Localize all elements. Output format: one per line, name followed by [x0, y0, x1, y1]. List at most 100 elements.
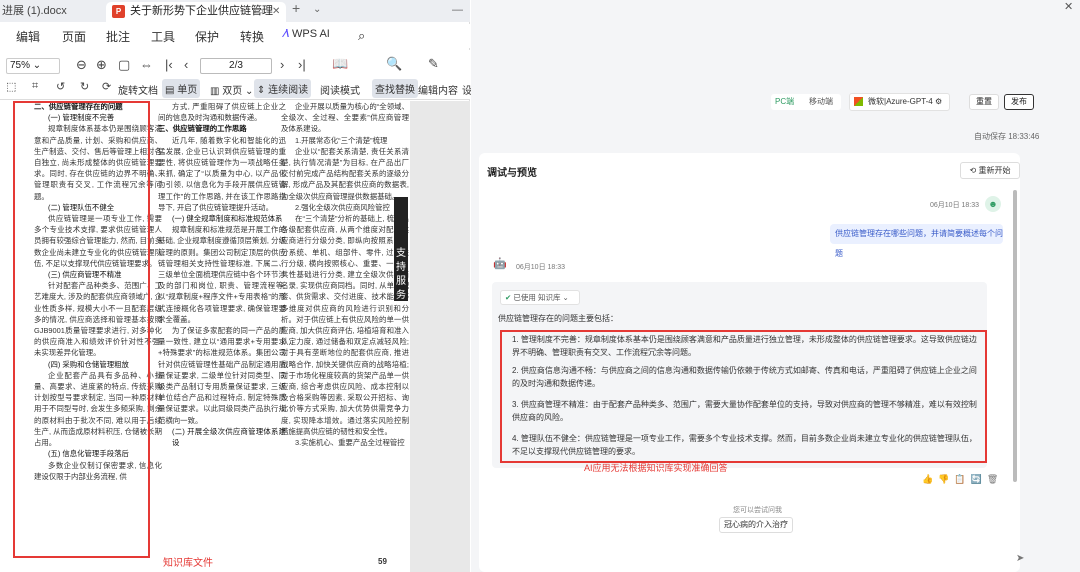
first-page-icon[interactable]: |‹ [165, 57, 173, 72]
answer-item-4: 4. 管理队伍不健全：供应链管理是一项专业工作，需要多个专业技术支撑。然而，目前… [512, 434, 977, 456]
toolbar: 75% ⌄ ⊖ ⊕ ▢ ⇔ |‹ ‹ 2/3 › ›| 📖 🔍 ✎ ⬚ ⌗ ↺ … [0, 50, 472, 100]
menu-convert[interactable]: 转换 [240, 28, 264, 45]
microsoft-icon [854, 97, 863, 106]
message-action-icons[interactable]: 👍👎📋🔄🗑 [922, 474, 1003, 485]
menu-page[interactable]: 页面 [62, 28, 86, 45]
zoom-in-icon[interactable]: ⊕ [96, 57, 107, 73]
zoom-value: 75% [10, 60, 31, 71]
send-icon[interactable]: ➤ [1016, 553, 1024, 564]
publish-button[interactable]: 发布 [1004, 94, 1034, 110]
page-number: 59 [378, 557, 387, 566]
document-paragraph: (二) 开展全级次供应商管理体系建设 [172, 426, 286, 448]
rotate-doc-icon[interactable]: ⟳ [102, 80, 111, 93]
menu-bar: 编辑 页面 批注 工具 保护 转换 ⁄\ WPS AI ⌕ [0, 24, 470, 48]
bot-avatar: 🤖 [492, 256, 508, 272]
wps-window: 进展 (1).docx P 关于新形势下企业供应链管理 ▭ ✕ + ⌄ — 编辑… [0, 0, 472, 572]
support-service-button[interactable]: 支持服务 [394, 197, 408, 301]
document-paragraph: 企业开展以质量为核心的“全领域、全级次、全过程、全要素”供应商管理及体系建设。 [281, 102, 409, 134]
restart-icon: ⟲ [969, 166, 977, 175]
zoom-select[interactable]: 75% ⌄ [6, 58, 60, 74]
edit-content-icon[interactable]: ✎ [428, 56, 439, 72]
tab-mobile[interactable]: 移动端 [809, 96, 833, 107]
tab-screen-icon[interactable]: ▭ [254, 3, 263, 21]
zoom-out-icon[interactable]: ⊖ [76, 57, 87, 73]
highlight-frame [13, 101, 150, 558]
menu-comment[interactable]: 批注 [106, 28, 130, 45]
user-avatar: ☻ [985, 196, 1001, 212]
document-paragraph: 方式, 严重阻碍了供应链上企业之间的信息及时沟通和数据传递。 [158, 102, 286, 123]
fit-width-icon[interactable]: ⇔ [140, 57, 153, 72]
tab-pdf-label: 关于新形势下企业供应链管理 [130, 5, 273, 17]
reset-button[interactable]: 重置 [969, 94, 999, 110]
rotate-right-icon[interactable]: ↻ [80, 80, 89, 93]
rotate-left-icon[interactable]: ↺ [56, 80, 65, 93]
document-area: 二、供应链管理存在的问题 (一) 管理制度不完善 规章制度体系基本仍是围绕顾客满意和… [0, 101, 470, 572]
window-close-icon[interactable]: ✕ [1064, 0, 1073, 13]
bot-message-time: 06月10日 18:33 [516, 264, 566, 271]
read-mode-button[interactable]: 阅读模式 [320, 82, 360, 97]
tab-pc[interactable]: PC端 [775, 96, 794, 107]
document-paragraph: 近几年, 随着数字化和智能化的迅猛发展, 企业已认识到供应链管理的重要性, 将供… [158, 135, 286, 212]
check-icon: ✔ [505, 293, 512, 302]
read-mode-icon[interactable]: 📖 [332, 56, 348, 72]
next-page-icon[interactable]: › [280, 57, 284, 72]
menu-edit[interactable]: 编辑 [16, 28, 40, 45]
error-annotation: AI应用无法根据知识库实现准确回答 [584, 463, 728, 473]
search-icon[interactable]: ⌕ [358, 28, 365, 44]
page-input[interactable]: 2/3 [200, 58, 272, 74]
pdf-icon: P [112, 5, 125, 18]
document-paragraph: 三、供应链管理的工作思路 [158, 124, 247, 134]
answer-item-2: 2. 供应商信息沟通不畅：与供应商之间的信息沟通和数据传输仍依赖于传统方式如邮寄… [512, 366, 977, 388]
user-message-time: 06月10日 18:33 [930, 202, 980, 209]
find-replace-button[interactable]: 查找替换 [372, 79, 418, 98]
document-paragraph: 规章制度和标准规范是开展工作的基础, 企业规章制度遵循顶层策划, 分级管理的原则… [158, 225, 286, 324]
fit-icon[interactable]: ⌗ [32, 80, 38, 93]
tab-pdf[interactable]: P 关于新形势下企业供应链管理 ▭ ✕ [106, 2, 286, 22]
edit-content-button[interactable]: 编辑内容 [418, 82, 458, 97]
restart-label: 重新开始 [978, 166, 1011, 175]
kb-used-tag[interactable]: ✔ 已使用 知识库 ⌄ [500, 290, 580, 305]
column-2: 方式, 严重阻碍了供应链上企业之间的信息及时沟通和数据传递。 三、供应链管理的工作… [158, 101, 286, 448]
single-page-label: 单页 [177, 85, 198, 96]
autosave-status: 自动保存 18:33:46 [974, 132, 1040, 141]
new-tab-icon[interactable]: + [292, 0, 300, 16]
document-paragraph: 1.开展常态化“三个清楚”梳理 [295, 135, 388, 145]
rotate-doc-button[interactable]: 旋转文档 [118, 82, 158, 97]
document-paragraph: 3.实施机心、重要产品全过程管控 [295, 438, 405, 448]
tab-docx-label: 进展 (1).docx [2, 5, 67, 17]
wps-ai-button[interactable]: ⁄\ WPS AI [284, 28, 330, 40]
suggest-question-button[interactable]: 冠心病的介入治疗 [719, 517, 793, 533]
document-paragraph: 2.强化全级次供应商风险管控 [295, 202, 390, 212]
double-page-label: 双页 [222, 86, 243, 97]
document-paragraph: 在“三个清楚”分析的基础上, 梳理出各级配套供应商, 从两个维度对配套供应商进行… [281, 214, 409, 436]
menu-tools[interactable]: 工具 [151, 28, 175, 45]
prev-page-icon[interactable]: ‹ [184, 57, 188, 72]
continuous-read-label: 连续阅读 [268, 85, 309, 96]
window-minimize-icon[interactable]: — [452, 4, 463, 16]
tab-close-icon[interactable]: ✕ [272, 3, 280, 21]
find-replace-icon[interactable]: 🔍 [386, 56, 402, 72]
user-message: 供应链管理存在哪些问题，并请简要概述每个问题 [830, 224, 1003, 258]
tab-bar: 进展 (1).docx P 关于新形势下企业供应链管理 ▭ ✕ + ⌄ — [0, 0, 470, 22]
column-3: 企业开展以质量为核心的“全领域、全级次、全过程、全要素”供应商管理及体系建设。 1… [281, 101, 409, 448]
answer-item-1: 1. 管理制度不完善：规章制度体系基本仍是围绕顾客满意和产品质量进行独立管理，未… [512, 335, 977, 357]
document-paragraph: (一) 健全规章制度和标准规范体系 [172, 214, 283, 224]
model-select[interactable]: 微软|Azure-GPT-4 ⚙ [849, 93, 950, 111]
continuous-read-button[interactable]: ⇕ 连续阅读 [254, 79, 312, 98]
chat-scrollbar[interactable] [1013, 190, 1017, 482]
crop-icon[interactable]: ⬚ [6, 80, 16, 93]
fit-page-icon[interactable]: ▢ [118, 57, 130, 73]
tab-docx[interactable]: 进展 (1).docx [0, 2, 100, 22]
tab-dropdown-icon[interactable]: ⌄ [313, 4, 321, 15]
kb-used-label: 已使用 知识库 ⌄ [513, 293, 569, 302]
model-settings-icon[interactable]: ⚙ [935, 97, 942, 106]
device-tabs: PC端 移动端 [771, 94, 841, 110]
wps-ai-icon: ⁄\ [284, 28, 289, 40]
single-page-button[interactable]: ▤ 单页 [162, 79, 201, 98]
restart-button[interactable]: ⟲ 重新开始 [960, 162, 1020, 179]
suggest-label: 您可以尝试问我 [733, 507, 782, 514]
last-page-icon[interactable]: ›| [298, 57, 306, 72]
menu-protect[interactable]: 保护 [195, 28, 219, 45]
document-paragraph: 为了保证多家配套的同一产品的质量一致性, 建立以“通用要求+专用要求+特殊要求”… [158, 326, 286, 425]
double-page-button[interactable]: ▥ 双页 ⌄ [210, 82, 253, 97]
